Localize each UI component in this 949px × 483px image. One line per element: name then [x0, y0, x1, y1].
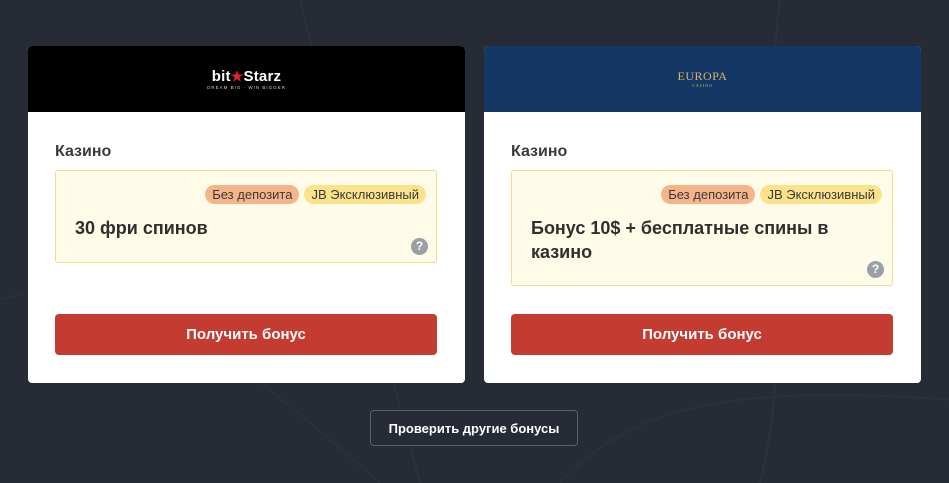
help-icon[interactable]: ? [411, 238, 428, 255]
get-bonus-button[interactable]: Получить бонус [55, 314, 437, 355]
bonus-card-europa: EUROPA CASINO Казино Без депозита JB Экс… [484, 46, 921, 383]
badge-no-deposit: Без депозита [661, 185, 756, 204]
badges: Без депозита JB Эксклюзивный [205, 185, 426, 204]
card-header: bit★Starz DREAM BIG · WIN BIGGER [28, 46, 465, 112]
offer-box: Без депозита JB Эксклюзивный 30 фри спин… [55, 170, 437, 263]
logo-tagline: DREAM BIG · WIN BIGGER [207, 84, 286, 90]
get-bonus-button[interactable]: Получить бонус [511, 314, 893, 355]
badge-exclusive: JB Эксклюзивный [304, 185, 426, 204]
offer-text: 30 фри спинов [75, 218, 208, 238]
check-other-bonuses-button[interactable]: Проверить другие бонусы [370, 410, 578, 446]
badge-exclusive: JB Эксклюзивный [760, 185, 882, 204]
bonus-card-bitstarz: bit★Starz DREAM BIG · WIN BIGGER Казино … [28, 46, 465, 383]
help-icon[interactable]: ? [867, 261, 884, 278]
badges: Без депозита JB Эксклюзивный [661, 185, 882, 204]
badge-no-deposit: Без депозита [205, 185, 300, 204]
offer-box: Без депозита JB Эксклюзивный Бонус 10$ +… [511, 170, 893, 286]
europa-casino-logo[interactable]: EUROPA CASINO [678, 70, 728, 89]
card-category: Казино [511, 143, 568, 160]
star-icon: ★ [230, 67, 244, 84]
offer-text: Бонус 10$ + бесплатные спины в казино [531, 218, 829, 262]
bitstarz-logo[interactable]: bit★Starz DREAM BIG · WIN BIGGER [207, 68, 286, 91]
card-category: Казино [55, 143, 112, 160]
card-header: EUROPA CASINO [484, 46, 921, 112]
